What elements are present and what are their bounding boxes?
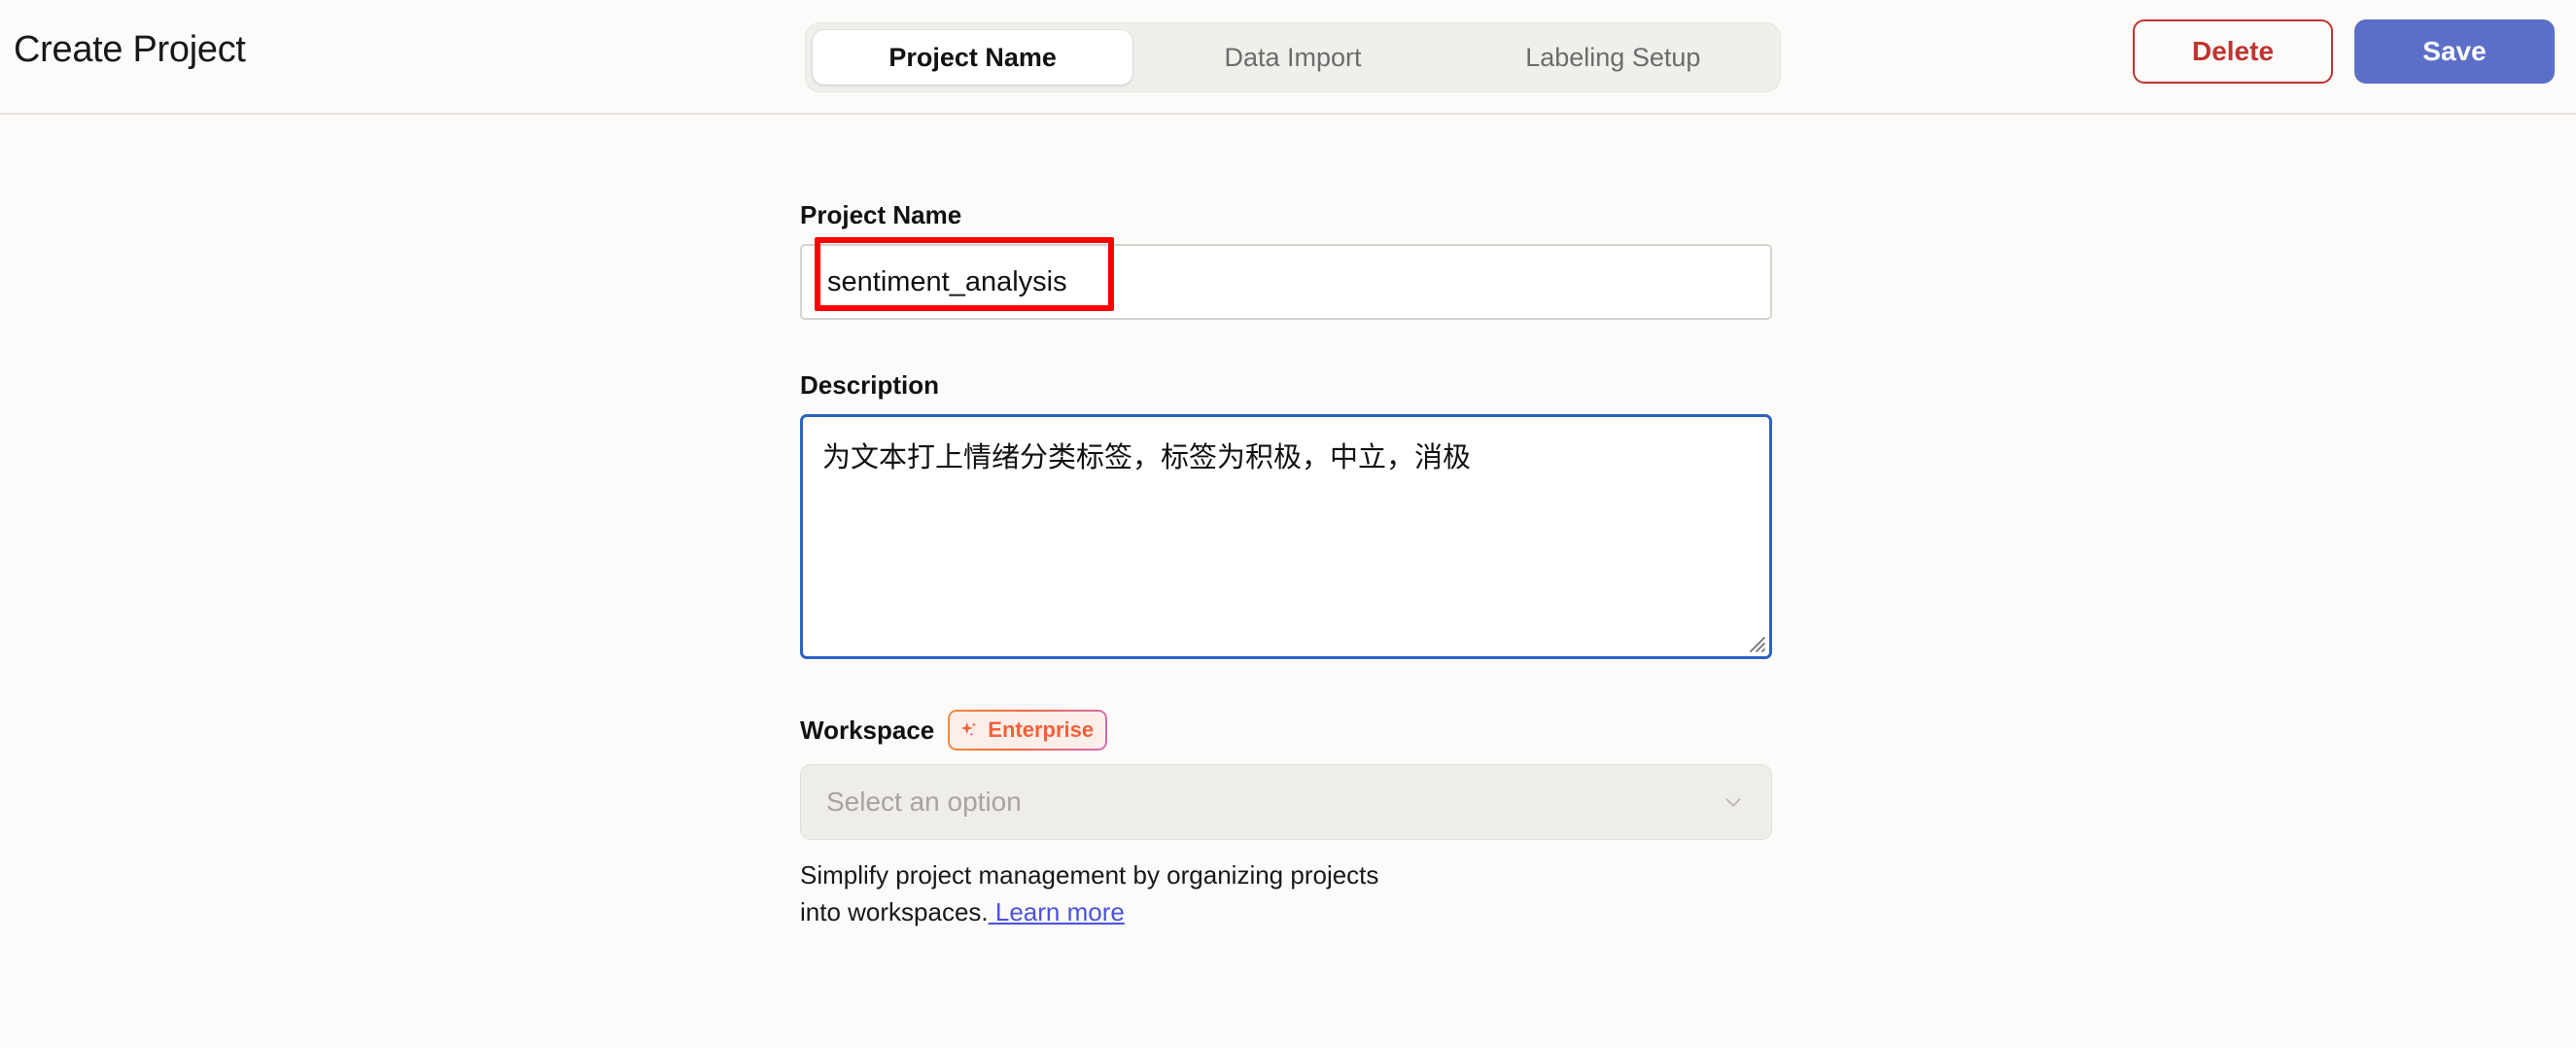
tab-bar: Project Name Data Import Labeling Setup xyxy=(805,22,1781,92)
workspace-helper-text: Simplify project management by organizin… xyxy=(800,857,1383,930)
enterprise-badge-label: Enterprise xyxy=(988,717,1095,742)
app-header: Create Project Project Name Data Import … xyxy=(0,0,2576,115)
save-button-label: Save xyxy=(2422,36,2487,66)
learn-more-link[interactable]: Learn more xyxy=(989,897,1125,926)
project-name-label: Project Name xyxy=(800,200,962,229)
tab-data-import[interactable]: Data Import xyxy=(1132,30,1452,85)
sparkles-icon xyxy=(958,719,980,741)
tab-label: Labeling Setup xyxy=(1525,42,1701,72)
workspace-select[interactable]: Select an option xyxy=(800,764,1772,840)
page-title: Create Project xyxy=(14,29,246,70)
project-name-field-group: Project Name sentiment_analysis xyxy=(800,200,1772,320)
tab-labeling-setup[interactable]: Labeling Setup xyxy=(1453,30,1773,85)
tab-label: Project Name xyxy=(888,42,1057,72)
description-field-group: Description 为文本打上情绪分类标签，标签为积极，中立，消极 xyxy=(800,370,1772,659)
delete-button[interactable]: Delete xyxy=(2133,19,2333,84)
tab-project-name[interactable]: Project Name xyxy=(813,30,1133,85)
project-name-value: sentiment_analysis xyxy=(827,265,1067,297)
enterprise-badge[interactable]: Enterprise xyxy=(948,710,1108,751)
create-project-form: Project Name sentiment_analysis Descript… xyxy=(800,200,1772,930)
description-textarea[interactable]: 为文本打上情绪分类标签，标签为积极，中立，消极 xyxy=(800,414,1772,659)
resize-handle-icon[interactable] xyxy=(1749,636,1766,653)
project-name-input[interactable]: sentiment_analysis xyxy=(800,237,1772,320)
delete-button-label: Delete xyxy=(2191,36,2275,66)
chevron-down-icon xyxy=(1721,789,1746,815)
save-button[interactable]: Save xyxy=(2354,19,2555,84)
description-label: Description xyxy=(800,370,940,400)
description-value: 为文本打上情绪分类标签，标签为积极，中立，消极 xyxy=(822,442,1472,473)
header-actions: Delete Save xyxy=(2133,19,2555,84)
workspace-label: Workspace xyxy=(800,715,935,745)
workspace-select-placeholder: Select an option xyxy=(826,786,1022,817)
workspace-field-group: Workspace Enterprise Select an option Si… xyxy=(800,710,1772,930)
workspace-label-row: Workspace Enterprise xyxy=(800,710,1772,751)
main-content: Project Name sentiment_analysis Descript… xyxy=(0,115,2576,1048)
tab-label: Data Import xyxy=(1224,42,1362,72)
